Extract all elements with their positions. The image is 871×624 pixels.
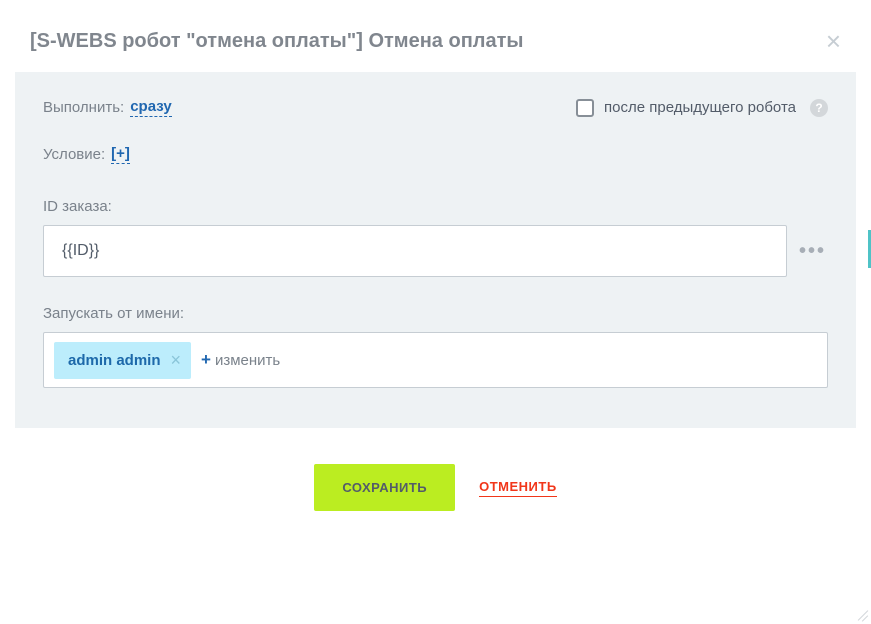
- close-button[interactable]: ×: [826, 28, 841, 54]
- modal-footer: СОХРАНИТЬ ОТМЕНИТЬ: [0, 428, 871, 547]
- order-id-input-wrapper: •••: [43, 225, 828, 277]
- plus-icon: +: [201, 350, 211, 370]
- add-condition-button[interactable]: [+]: [111, 145, 130, 164]
- after-robot-group: после предыдущего робота ?: [576, 99, 828, 117]
- cancel-button[interactable]: ОТМЕНИТЬ: [479, 479, 557, 497]
- user-chip: admin admin ×: [54, 342, 191, 379]
- more-options-icon[interactable]: •••: [797, 240, 828, 263]
- change-user-text: изменить: [215, 352, 280, 369]
- after-robot-label: после предыдущего робота: [604, 99, 796, 116]
- robot-settings-modal: [S-WEBS робот "отмена оплаты"] Отмена оп…: [0, 0, 871, 624]
- condition-label: Условие:: [43, 146, 105, 163]
- user-selector[interactable]: admin admin × + изменить: [43, 332, 828, 388]
- remove-user-icon[interactable]: ×: [171, 350, 182, 371]
- save-button[interactable]: СОХРАНИТЬ: [314, 464, 455, 511]
- content-panel: Выполнить: сразу после предыдущего робот…: [15, 72, 856, 428]
- user-chip-name: admin admin: [68, 352, 161, 369]
- order-id-input[interactable]: [43, 225, 787, 277]
- execute-row: Выполнить: сразу после предыдущего робот…: [43, 98, 828, 117]
- execute-value-link[interactable]: сразу: [130, 98, 171, 117]
- execute-group: Выполнить: сразу: [43, 98, 172, 117]
- condition-row: Условие: [+]: [43, 145, 828, 164]
- modal-title: [S-WEBS робот "отмена оплаты"] Отмена оп…: [30, 30, 523, 53]
- change-user-link[interactable]: + изменить: [201, 350, 280, 370]
- help-icon[interactable]: ?: [810, 99, 828, 117]
- modal-header: [S-WEBS робот "отмена оплаты"] Отмена оп…: [0, 0, 871, 72]
- run-as-label: Запускать от имени:: [43, 305, 828, 322]
- resize-handle[interactable]: [855, 608, 868, 621]
- execute-label: Выполнить:: [43, 99, 124, 116]
- order-id-label: ID заказа:: [43, 198, 828, 215]
- after-robot-checkbox[interactable]: [576, 99, 594, 117]
